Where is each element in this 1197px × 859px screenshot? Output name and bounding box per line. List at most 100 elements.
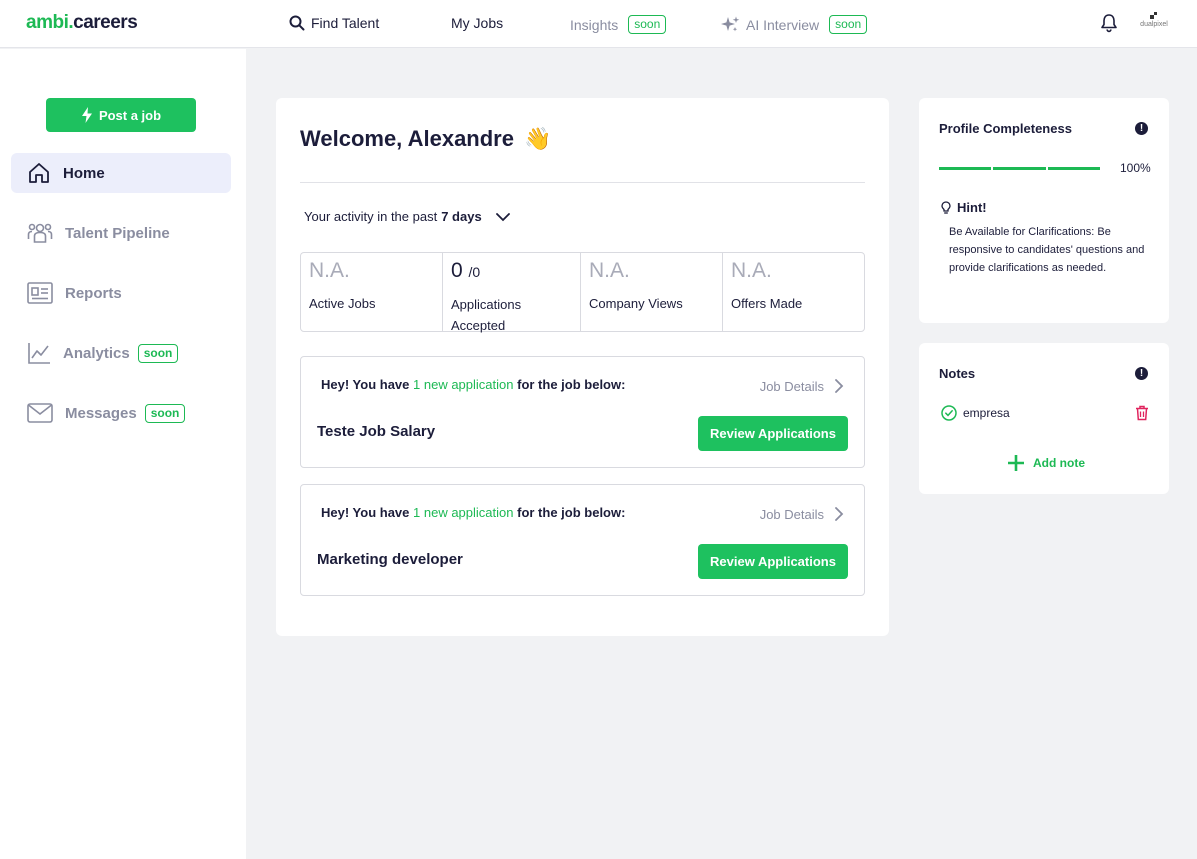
nav-ai-interview-label: AI Interview (746, 16, 820, 33)
stat-label: Applications Accepted (451, 297, 522, 333)
chevron-right-icon (835, 507, 844, 521)
job-details-label: Job Details (759, 378, 824, 394)
add-note-button[interactable]: Add note (1007, 454, 1085, 472)
report-icon (27, 282, 53, 304)
add-note-label: Add note (1033, 456, 1085, 470)
brand-logo[interactable]: ambi.careers (26, 12, 138, 34)
stat-label: Offers Made (731, 296, 803, 311)
new-application-message: Hey! You have 1 new application for the … (321, 377, 625, 392)
stat-value: N.A. (309, 259, 350, 282)
mail-icon (27, 403, 53, 423)
soon-badge: soon (137, 343, 179, 363)
stat-value-number: 0 (451, 259, 463, 282)
dashboard-card: Welcome, Alexandre 👋 Your activity in th… (276, 98, 889, 636)
post-job-button[interactable]: Post a job (46, 98, 196, 132)
stat-applications-accepted: 0 /0 Applications Accepted (443, 253, 581, 333)
progress-segment (993, 167, 1046, 170)
sidebar-item-analytics[interactable]: Analytics soon (11, 333, 231, 373)
msg-prefix: Hey! You have (321, 505, 410, 520)
sparkle-icon (721, 16, 740, 31)
stat-value-total: /0 (468, 264, 481, 280)
activity-prefix: Your activity in the past (304, 209, 438, 224)
job-application-card: Hey! You have 1 new application for the … (300, 484, 865, 596)
new-application-message: Hey! You have 1 new application for the … (321, 505, 625, 520)
page-title: Welcome, Alexandre 👋 (300, 126, 551, 152)
hint-text: Be Available for Clarifications: Be resp… (949, 226, 1145, 274)
activity-period-selector[interactable]: Your activity in the past 7 days (304, 209, 514, 224)
sidebar-item-reports[interactable]: Reports (11, 273, 231, 313)
notes-panel: Notes ! empresa Add note (919, 343, 1169, 494)
job-title: Teste Job Salary (317, 423, 436, 440)
msg-suffix: for the job below: (517, 377, 626, 392)
divider (300, 182, 865, 183)
nav-find-talent-label: Find Talent (311, 15, 380, 31)
sidebar-item-label: Reports (65, 284, 122, 302)
lightbulb-icon (941, 200, 951, 214)
note-text: empresa (963, 406, 1010, 420)
company-name: dualpixel (1140, 21, 1168, 28)
nav-my-jobs[interactable]: My Jobs (451, 15, 503, 31)
msg-highlight: 1 new application (413, 377, 514, 392)
review-applications-button[interactable]: Review Applications (698, 544, 848, 579)
stat-company-views: N.A. Company Views (581, 253, 723, 331)
top-navbar: ambi.careers Find Talent My Jobs Insight… (0, 0, 1197, 48)
sidebar-item-label: Talent Pipeline (65, 224, 170, 242)
activity-stats: N.A. Active Jobs 0 /0 Applications Accep… (300, 252, 865, 333)
sidebar: Post a job Home Talent Pipeline Reports … (0, 49, 246, 859)
users-icon (27, 223, 53, 243)
sidebar-item-home[interactable]: Home (11, 153, 231, 193)
notes-title: Notes (939, 366, 976, 381)
job-application-card: Hey! You have 1 new application for the … (300, 356, 865, 468)
stat-value: 0 /0 (451, 259, 572, 284)
stat-active-jobs: N.A. Active Jobs (301, 253, 443, 331)
progress-segment (1047, 167, 1100, 170)
nav-insights[interactable]: Insights soon (570, 15, 667, 34)
msg-highlight: 1 new application (413, 505, 514, 520)
note-item: empresa (941, 405, 1149, 421)
nav-ai-interview[interactable]: AI Interview soon (720, 15, 868, 34)
stat-value: N.A. (731, 259, 772, 282)
job-details-link[interactable]: Job Details (760, 506, 844, 522)
review-applications-button[interactable]: Review Applications (698, 416, 848, 451)
search-icon (289, 15, 305, 31)
plus-icon (1008, 455, 1024, 471)
soon-badge: soon (628, 15, 667, 34)
progress-segment (939, 167, 992, 170)
notifications-bell-icon[interactable] (1100, 13, 1118, 38)
sidebar-item-label: Messages (65, 404, 137, 422)
activity-period: 7 days (441, 209, 482, 224)
chevron-right-icon (835, 379, 844, 393)
profile-completeness-panel: Profile Completeness ! 100% Hint! Be Ava… (919, 98, 1169, 323)
profile-progress-bar (939, 167, 1100, 170)
soon-badge: soon (829, 15, 868, 34)
stat-value: N.A. (589, 259, 630, 282)
sidebar-item-messages[interactable]: Messages soon (11, 393, 231, 433)
home-icon (29, 163, 49, 183)
info-icon[interactable]: ! (1135, 367, 1148, 380)
trash-icon[interactable] (1135, 405, 1149, 421)
company-avatar[interactable]: dualpixel (1138, 12, 1170, 28)
wave-emoji-icon: 👋 (523, 126, 552, 151)
hint-title: Hint! (941, 200, 987, 215)
sidebar-item-label: Analytics (63, 344, 130, 362)
brand-name-part2: careers (73, 12, 138, 33)
post-job-label: Post a job (98, 107, 162, 123)
job-details-link[interactable]: Job Details (760, 378, 844, 394)
nav-my-jobs-label: My Jobs (451, 15, 504, 31)
brand-name-part1: ambi (26, 12, 69, 33)
lightning-icon (81, 107, 92, 123)
welcome-text: Welcome, Alexandre (300, 126, 514, 151)
nav-find-talent[interactable]: Find Talent (289, 15, 379, 31)
stat-offers-made: N.A. Offers Made (723, 253, 864, 331)
soon-badge: soon (144, 403, 186, 423)
chevron-down-icon (495, 212, 510, 221)
check-circle-icon[interactable] (941, 405, 957, 421)
sidebar-item-label: Home (63, 164, 105, 182)
info-icon[interactable]: ! (1135, 122, 1148, 135)
stat-label: Active Jobs (309, 296, 376, 311)
job-details-label: Job Details (759, 506, 824, 522)
sidebar-item-talent-pipeline[interactable]: Talent Pipeline (11, 213, 231, 253)
msg-prefix: Hey! You have (321, 377, 410, 392)
job-title: Marketing developer (317, 551, 463, 568)
profile-completeness-title: Profile Completeness (939, 121, 1072, 136)
